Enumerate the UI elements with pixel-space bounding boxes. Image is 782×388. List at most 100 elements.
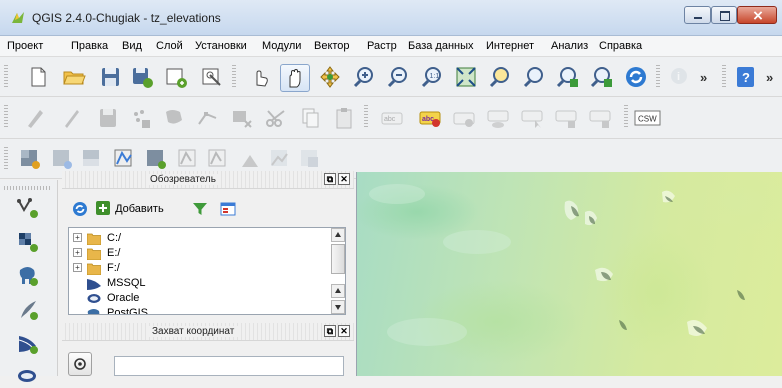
add-feature-button[interactable] [128, 106, 152, 130]
add-mssql-layer-button[interactable] [16, 332, 40, 356]
zoom-to-selection-button[interactable] [488, 65, 512, 89]
toolbar-grip[interactable] [4, 147, 8, 171]
title-bar[interactable]: QGIS 2.4.0-Chugiak - tz_elevations [0, 0, 782, 36]
raster-calc-button[interactable] [18, 147, 42, 171]
browser-panel-header[interactable]: Обозреватель ⧉ ✕ [62, 171, 354, 189]
label-pin-button[interactable]: abc [418, 106, 442, 130]
rotate-label-button[interactable] [554, 106, 578, 130]
tree-item-c-drive[interactable]: + C:/ [69, 231, 331, 246]
vector-merge-button[interactable] [112, 147, 136, 171]
scroll-thumb[interactable] [331, 244, 345, 274]
tree-item-mssql[interactable]: MSSQL [69, 276, 331, 291]
menu-view[interactable]: Вид [122, 40, 142, 52]
new-project-button[interactable] [26, 65, 50, 89]
toolbar-grip[interactable] [4, 65, 8, 89]
maximize-button[interactable] [711, 6, 737, 24]
menu-project[interactable]: Проект [7, 40, 43, 52]
new-print-composer-button[interactable] [164, 65, 188, 89]
cut-features-button[interactable] [264, 106, 288, 130]
paste-features-button[interactable] [332, 106, 356, 130]
expand-icon[interactable]: + [73, 233, 82, 242]
open-project-button[interactable] [62, 65, 86, 89]
refresh-button[interactable] [624, 65, 648, 89]
scroll-up-button[interactable] [331, 228, 345, 242]
menu-raster[interactable]: Растр [367, 40, 397, 52]
map-canvas[interactable] [356, 172, 782, 376]
composer-manager-button[interactable] [200, 65, 224, 89]
toolbar-grip[interactable] [4, 105, 8, 129]
help-button[interactable]: ? [734, 65, 758, 89]
save-project-button[interactable] [98, 65, 122, 89]
raster-style-button[interactable] [298, 147, 322, 171]
move-label-button[interactable] [520, 106, 544, 130]
toggle-editing-button[interactable] [60, 106, 84, 130]
node-tool-button[interactable] [196, 106, 220, 130]
menu-web[interactable]: Интернет [486, 40, 534, 52]
toolbar-overflow-chevron[interactable]: » [766, 70, 773, 85]
browser-refresh-button[interactable] [72, 201, 88, 217]
tree-item-e-drive[interactable]: + E:/ [69, 246, 331, 261]
identify-button[interactable]: i [668, 65, 692, 89]
current-edits-button[interactable] [24, 106, 48, 130]
csw-client-button[interactable]: CSW [634, 106, 662, 130]
toolbar-grip[interactable] [364, 105, 368, 129]
touch-zoom-pan-button[interactable] [248, 65, 272, 89]
zoom-last-button[interactable] [556, 65, 580, 89]
coordinate-capture-header[interactable]: Захват координат ⧉ ✕ [62, 323, 354, 341]
browser-add-button[interactable]: Добавить [96, 201, 164, 217]
menu-settings[interactable]: Установки [195, 40, 247, 52]
browser-tree-scrollbar[interactable] [331, 228, 345, 316]
menu-plugins[interactable]: Модули [262, 40, 301, 52]
close-button[interactable] [737, 6, 777, 24]
coordinate-output-field[interactable] [114, 356, 344, 376]
undock-button[interactable]: ⧉ [324, 173, 336, 185]
add-postgis-layer-button[interactable] [16, 264, 40, 288]
zoom-out-button[interactable] [386, 65, 410, 89]
toolbar-grip[interactable] [232, 65, 236, 89]
scroll-down-button[interactable] [331, 300, 345, 314]
zoom-full-button[interactable] [454, 65, 478, 89]
expand-icon[interactable]: + [73, 263, 82, 272]
close-panel-button[interactable]: ✕ [338, 325, 350, 337]
add-oracle-layer-button[interactable] [16, 364, 40, 388]
browser-filter-button[interactable] [192, 201, 208, 217]
menu-vector[interactable]: Вектор [314, 40, 350, 52]
delete-selected-button[interactable] [230, 106, 254, 130]
zoom-in-button[interactable] [352, 65, 376, 89]
menu-help[interactable]: Справка [599, 40, 642, 52]
expand-icon[interactable]: + [73, 248, 82, 257]
zoom-next-button[interactable] [590, 65, 614, 89]
highlight-pinned-labels-button[interactable] [452, 106, 476, 130]
raster-clip-button[interactable] [80, 147, 104, 171]
raster-info-button[interactable] [50, 147, 74, 171]
tree-item-f-drive[interactable]: + F:/ [69, 261, 331, 276]
raster-terrain-button[interactable] [268, 147, 292, 171]
zoom-native-button[interactable]: 1:1 [420, 65, 444, 89]
raster-merge-button[interactable] [144, 147, 168, 171]
toolbar-grip[interactable] [4, 186, 52, 190]
zoom-to-layer-button[interactable] [522, 65, 546, 89]
digitize-raster-button[interactable] [238, 147, 262, 171]
change-label-button[interactable] [588, 106, 612, 130]
add-spatialite-layer-button[interactable] [16, 298, 40, 322]
toolbar-overflow-chevron[interactable]: » [700, 70, 707, 85]
save-as-button[interactable] [130, 65, 154, 89]
crs-select-button[interactable] [68, 352, 92, 376]
vector-analysis-button[interactable] [206, 147, 230, 171]
save-layer-edits-button[interactable] [96, 106, 120, 130]
tree-item-postgis[interactable]: PostGIS [69, 306, 331, 314]
browser-collapse-button[interactable] [220, 201, 236, 217]
close-panel-button[interactable]: ✕ [338, 173, 350, 185]
toolbar-grip[interactable] [656, 65, 660, 89]
menu-layer[interactable]: Слой [156, 40, 183, 52]
minimize-button[interactable] [684, 6, 711, 24]
browser-tree[interactable]: + C:/ + E:/ + F:/ MSSQL Oracle PostGIS [68, 227, 346, 315]
pan-to-selection-button[interactable] [318, 65, 342, 89]
undock-button[interactable]: ⧉ [324, 325, 336, 337]
toolbar-grip[interactable] [624, 105, 628, 129]
toolbar-grip[interactable] [722, 65, 726, 89]
menu-edit[interactable]: Правка [71, 40, 108, 52]
vector-tool-button[interactable] [176, 147, 200, 171]
tree-item-oracle[interactable]: Oracle [69, 291, 331, 306]
pan-map-button[interactable] [280, 64, 310, 92]
